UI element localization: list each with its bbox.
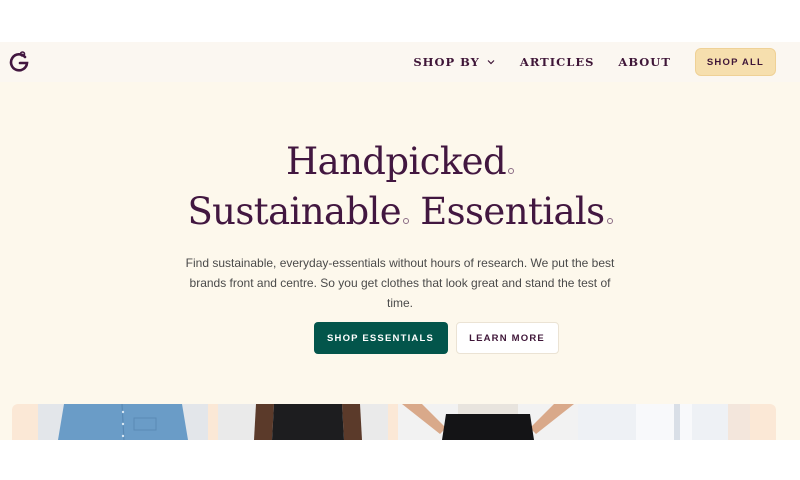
top-navbar: SHOP BY ARTICLES ABOUT SHOP ALL xyxy=(0,42,800,82)
headline-word-essentials: Essentials xyxy=(420,190,605,233)
light-shirt-image[interactable] xyxy=(578,404,750,440)
learn-more-button[interactable]: LEARN MORE xyxy=(455,322,559,354)
hero-cta-row: SHOP ESSENTIALS LEARN MORE xyxy=(0,322,800,354)
nav-articles[interactable]: ARTICLES xyxy=(520,55,595,69)
headline-dot-icon xyxy=(606,218,613,224)
product-image-strip xyxy=(12,404,776,440)
black-pants-image[interactable] xyxy=(398,404,578,440)
shop-essentials-button[interactable]: SHOP ESSENTIALS xyxy=(313,322,448,354)
nav-shop-by-label: SHOP BY xyxy=(413,55,480,69)
hero-page: SHOP BY ARTICLES ABOUT SHOP ALL Handpick… xyxy=(0,42,800,440)
headline-line-1: Handpicked xyxy=(0,138,800,186)
blue-shirt-image[interactable] xyxy=(38,404,208,440)
headline-word-sustainable: Sustainable xyxy=(187,190,402,233)
shop-all-button[interactable]: SHOP ALL xyxy=(694,48,776,76)
headline-word-handpicked: Handpicked xyxy=(285,140,507,183)
headline-dot-icon xyxy=(508,168,515,174)
nav-links: SHOP BY ARTICLES ABOUT SHOP ALL xyxy=(413,42,776,82)
nav-shop-by[interactable]: SHOP BY xyxy=(413,55,496,69)
brand-logo-icon[interactable] xyxy=(9,50,31,74)
chevron-down-icon xyxy=(487,60,495,65)
headline-line-2: Sustainable Essentials xyxy=(0,188,800,236)
hero-subtitle: Find sustainable, everyday-essentials wi… xyxy=(185,256,615,310)
headline-dot-icon xyxy=(403,218,410,224)
nav-about[interactable]: ABOUT xyxy=(618,55,670,69)
black-top-image[interactable] xyxy=(218,404,388,440)
